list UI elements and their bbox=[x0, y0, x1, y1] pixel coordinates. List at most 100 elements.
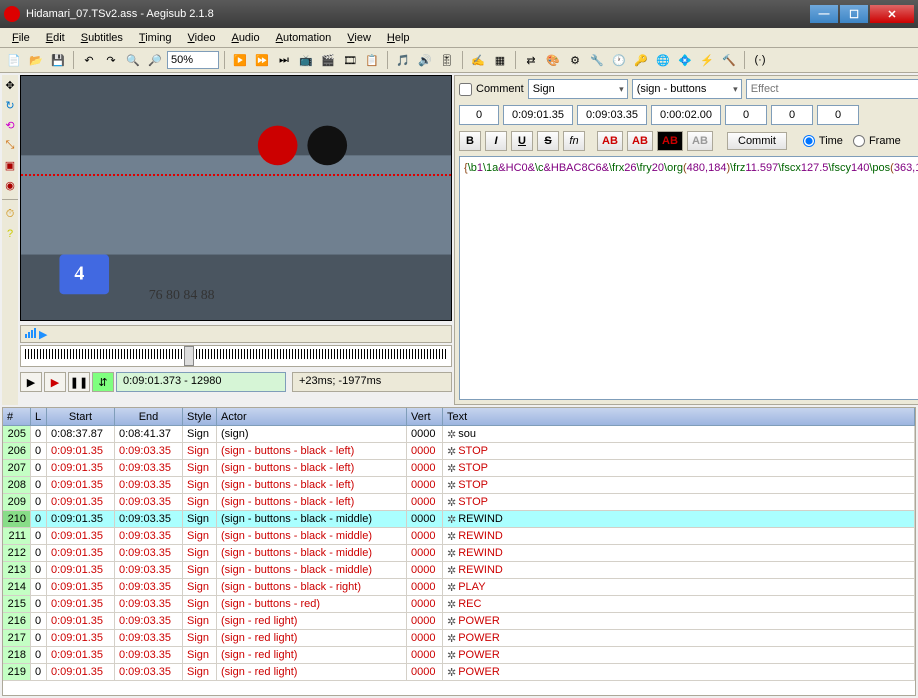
toolbar-button-10[interactable]: ▶️ bbox=[230, 50, 250, 70]
menu-file[interactable]: File bbox=[4, 30, 38, 46]
minimize-button[interactable]: — bbox=[810, 5, 838, 23]
menu-audio[interactable]: Audio bbox=[223, 30, 267, 46]
toolbar-button-25[interactable]: ⇄ bbox=[521, 50, 541, 70]
col-text[interactable]: Text bbox=[443, 408, 915, 425]
table-row[interactable]: 20900:09:01.350:09:03.35Sign(sign - butt… bbox=[3, 494, 915, 511]
toolbar-button-14[interactable]: 🎬 bbox=[318, 50, 338, 70]
font-button[interactable]: fn bbox=[563, 131, 585, 151]
outline-color-button[interactable]: AB bbox=[657, 131, 683, 151]
table-row[interactable]: 21700:09:01.350:09:03.35Sign(sign - red … bbox=[3, 630, 915, 647]
toolbar-button-27[interactable]: ⚙ bbox=[565, 50, 585, 70]
table-row[interactable]: 20500:08:37.870:08:41.37Sign(sign)0000✲s… bbox=[3, 426, 915, 443]
table-row[interactable]: 21900:09:01.350:09:03.35Sign(sign - red … bbox=[3, 664, 915, 681]
subtitle-text-input[interactable]: {\b1\1a&HC0&\c&HBAC8C6&\frx26\fry20\org(… bbox=[459, 156, 918, 400]
toolbar-button-34[interactable]: 🔨 bbox=[719, 50, 739, 70]
underline-button[interactable]: U bbox=[511, 131, 533, 151]
col-start[interactable]: Start bbox=[47, 408, 115, 425]
table-row[interactable]: 21800:09:01.350:09:03.35Sign(sign - red … bbox=[3, 647, 915, 664]
grid-body[interactable]: 20500:08:37.870:08:41.37Sign(sign)0000✲s… bbox=[3, 426, 915, 695]
toolbar-button-33[interactable]: ⚡ bbox=[697, 50, 717, 70]
toolbar-button-23[interactable]: ▦ bbox=[490, 50, 510, 70]
toolbar-button-30[interactable]: 🔑 bbox=[631, 50, 651, 70]
menu-video[interactable]: Video bbox=[180, 30, 224, 46]
toolbar-button-18[interactable]: 🎵 bbox=[393, 50, 413, 70]
toolbar-button-19[interactable]: 🔊 bbox=[415, 50, 435, 70]
toggle-autoscroll-button[interactable]: ⇵ bbox=[92, 372, 114, 392]
toolbar-button-5[interactable]: ↷ bbox=[101, 50, 121, 70]
table-row[interactable]: 21500:09:01.350:09:03.35Sign(sign - butt… bbox=[3, 596, 915, 613]
toolbar-button-12[interactable]: ⏭ bbox=[274, 50, 294, 70]
shadow-color-button[interactable]: AB bbox=[687, 131, 713, 151]
menu-automation[interactable]: Automation bbox=[268, 30, 340, 46]
col-style[interactable]: Style bbox=[183, 408, 217, 425]
toolbar-button-6[interactable]: 🔍 bbox=[123, 50, 143, 70]
menu-help[interactable]: Help bbox=[379, 30, 418, 46]
toolbar-button-2[interactable]: 💾 bbox=[48, 50, 68, 70]
table-row[interactable]: 21600:09:01.350:09:03.35Sign(sign - red … bbox=[3, 613, 915, 630]
menu-subtitles[interactable]: Subtitles bbox=[73, 30, 131, 46]
toolbar-button-16[interactable]: 📋 bbox=[362, 50, 382, 70]
table-row[interactable]: 20600:09:01.350:09:03.35Sign(sign - butt… bbox=[3, 443, 915, 460]
margin-v-input[interactable]: 0 bbox=[817, 105, 859, 125]
italic-button[interactable]: I bbox=[485, 131, 507, 151]
menu-view[interactable]: View bbox=[339, 30, 379, 46]
frame-radio[interactable] bbox=[853, 135, 865, 147]
rotate-xy-tool-icon[interactable]: ⟲ bbox=[2, 117, 18, 133]
effect-input[interactable] bbox=[746, 79, 918, 99]
col-actor[interactable]: Actor bbox=[217, 408, 407, 425]
col-end[interactable]: End bbox=[115, 408, 183, 425]
clip-tool-icon[interactable]: ▣ bbox=[2, 157, 18, 173]
menu-timing[interactable]: Timing bbox=[131, 30, 180, 46]
table-row[interactable]: 20800:09:01.350:09:03.35Sign(sign - butt… bbox=[3, 477, 915, 494]
rotate-z-tool-icon[interactable]: ↻ bbox=[2, 97, 18, 113]
table-row[interactable]: 21200:09:01.350:09:03.35Sign(sign - butt… bbox=[3, 545, 915, 562]
table-row[interactable]: 21000:09:01.350:09:03.35Sign(sign - butt… bbox=[3, 511, 915, 528]
duration-input[interactable]: 0:00:02.00 bbox=[651, 105, 721, 125]
col-number[interactable]: # bbox=[3, 408, 31, 425]
toolbar-button-26[interactable]: 🎨 bbox=[543, 50, 563, 70]
toolbar-button-13[interactable]: 📺 bbox=[296, 50, 316, 70]
toolbar-button-31[interactable]: 🌐 bbox=[653, 50, 673, 70]
start-time-input[interactable]: 0:09:01.35 bbox=[503, 105, 573, 125]
toolbar-button-32[interactable]: 💠 bbox=[675, 50, 695, 70]
margin-r-input[interactable]: 0 bbox=[771, 105, 813, 125]
col-vert[interactable]: Vert bbox=[407, 408, 443, 425]
maximize-button[interactable]: ☐ bbox=[840, 5, 868, 23]
style-combo[interactable]: Sign bbox=[528, 79, 628, 99]
toolbar-button-4[interactable]: ↶ bbox=[79, 50, 99, 70]
audio-indicator[interactable]: ▶ bbox=[20, 325, 452, 343]
layer-input[interactable]: 0 bbox=[459, 105, 499, 125]
zoom-combo[interactable] bbox=[167, 51, 219, 69]
table-row[interactable]: 21100:09:01.350:09:03.35Sign(sign - butt… bbox=[3, 528, 915, 545]
toolbar-button-15[interactable]: 🎞 bbox=[340, 50, 360, 70]
video-display[interactable] bbox=[20, 75, 452, 321]
bold-button[interactable]: B bbox=[459, 131, 481, 151]
end-time-input[interactable]: 0:09:03.35 bbox=[577, 105, 647, 125]
toolbar-button-22[interactable]: ✍ bbox=[468, 50, 488, 70]
toolbar-button-0[interactable]: 📄 bbox=[4, 50, 24, 70]
scale-tool-icon[interactable]: ⤡ bbox=[2, 137, 18, 153]
toolbar-button-36[interactable]: (·) bbox=[750, 50, 770, 70]
video-seek-bar[interactable] bbox=[20, 345, 452, 367]
table-row[interactable]: 21400:09:01.350:09:03.35Sign(sign - butt… bbox=[3, 579, 915, 596]
comment-checkbox[interactable] bbox=[459, 83, 472, 96]
toolbar-button-1[interactable]: 📂 bbox=[26, 50, 46, 70]
help-tool-icon[interactable]: ? bbox=[2, 226, 18, 242]
play-button[interactable]: ▶ bbox=[20, 372, 42, 392]
toolbar-button-11[interactable]: ⏩ bbox=[252, 50, 272, 70]
play-line-button[interactable]: ▶ bbox=[44, 372, 66, 392]
toolbar-button-29[interactable]: 🕐 bbox=[609, 50, 629, 70]
timing-tool-icon[interactable]: ⏱ bbox=[2, 206, 18, 222]
menu-edit[interactable]: Edit bbox=[38, 30, 73, 46]
toolbar-button-7[interactable]: 🔎 bbox=[145, 50, 165, 70]
secondary-color-button[interactable]: AB bbox=[627, 131, 653, 151]
vector-clip-tool-icon[interactable]: ◉ bbox=[2, 177, 18, 193]
primary-color-button[interactable]: AB bbox=[597, 131, 623, 151]
table-row[interactable]: 20700:09:01.350:09:03.35Sign(sign - butt… bbox=[3, 460, 915, 477]
strike-button[interactable]: S bbox=[537, 131, 559, 151]
time-radio[interactable] bbox=[803, 135, 815, 147]
col-layer[interactable]: L bbox=[31, 408, 47, 425]
commit-button[interactable]: Commit bbox=[727, 132, 787, 150]
toolbar-button-28[interactable]: 🔧 bbox=[587, 50, 607, 70]
toolbar-button-20[interactable]: 🎚 bbox=[437, 50, 457, 70]
